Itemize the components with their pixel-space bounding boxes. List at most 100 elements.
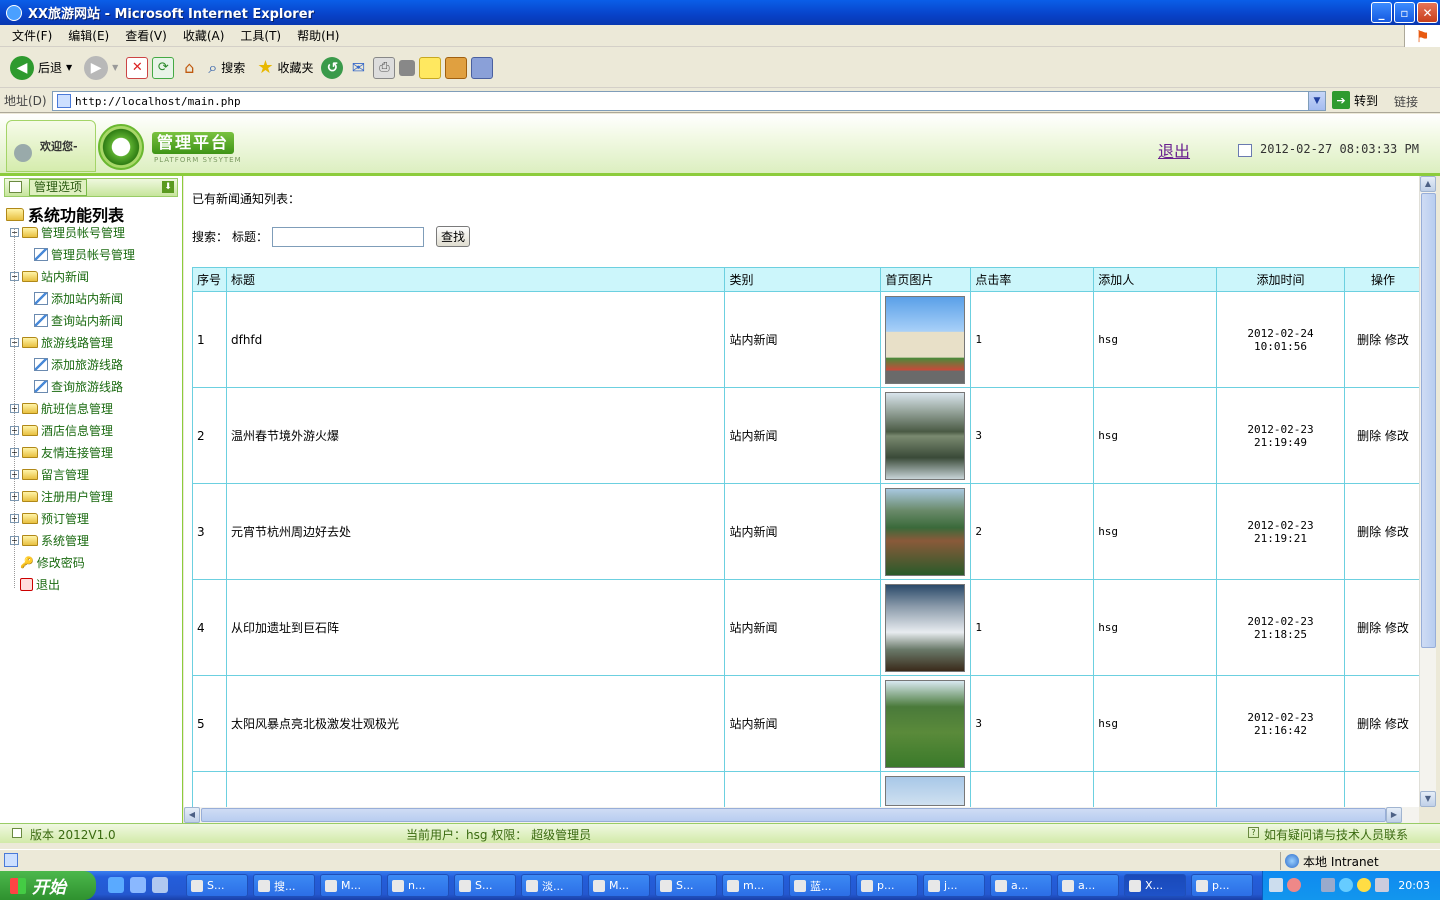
forward-button[interactable]: ▶ ▼ <box>80 54 122 82</box>
taskbar-button[interactable]: X... <box>1124 874 1186 897</box>
title-search-input[interactable] <box>272 226 425 247</box>
news-thumbnail[interactable] <box>885 391 966 480</box>
favorites-button[interactable]: ★ 收藏夹 <box>253 55 317 80</box>
taskbar-button[interactable]: 淡... <box>521 874 583 897</box>
tree-folder-0[interactable]: − 管理员帐号管理 <box>10 224 125 241</box>
horizontal-scrollbar[interactable]: ◀ ▶ <box>184 807 1419 823</box>
collapse-arrow-icon[interactable]: ⬇ <box>162 181 174 193</box>
change-password-link[interactable]: 🔑 修改密码 <box>20 554 85 571</box>
minimize-button[interactable]: _ <box>1371 2 1392 23</box>
menu-favorites[interactable]: 收藏(A) <box>175 27 233 44</box>
tree-leaf-1-0[interactable]: 添加站内新闻 <box>34 290 123 307</box>
ie-quicklaunch-icon[interactable] <box>108 877 124 893</box>
tray-arrow-icon[interactable] <box>1287 878 1301 892</box>
home-icon[interactable]: ⌂ <box>178 57 200 79</box>
edit-link[interactable]: 修改 <box>1385 717 1409 731</box>
tree-folder-4[interactable]: + 酒店信息管理 <box>10 422 113 439</box>
taskbar-button[interactable]: M... <box>320 874 382 897</box>
scroll-down-icon[interactable]: ▼ <box>1420 791 1436 807</box>
taskbar-button[interactable]: S... <box>186 874 248 897</box>
scroll-up-icon[interactable]: ▲ <box>1420 176 1436 192</box>
taskbar-button[interactable]: a... <box>1057 874 1119 897</box>
tree-folder-5[interactable]: + 友情连接管理 <box>10 444 113 461</box>
news-thumbnail[interactable] <box>885 679 966 768</box>
tray-network-icon[interactable] <box>1269 878 1283 892</box>
messenger-icon[interactable] <box>471 56 494 79</box>
edit-link[interactable]: 修改 <box>1385 621 1409 635</box>
delete-link[interactable]: 删除 <box>1357 429 1381 443</box>
refresh-icon[interactable]: ⟳ <box>152 56 175 79</box>
taskbar-button[interactable]: m... <box>722 874 784 897</box>
tree-folder-6[interactable]: + 留言管理 <box>10 466 89 483</box>
taskbar-button[interactable]: 搜... <box>253 874 315 897</box>
tray-volume-icon[interactable] <box>1375 878 1389 892</box>
back-button[interactable]: ◀ 后退 ▼ <box>6 54 76 82</box>
start-button[interactable]: 开始 <box>0 871 96 900</box>
stop-icon[interactable]: ✕ <box>126 56 149 79</box>
taskbar-button[interactable]: n... <box>387 874 449 897</box>
tree-leaf-2-1[interactable]: 查询旅游线路 <box>34 378 123 395</box>
find-button[interactable]: 查找 <box>436 226 471 247</box>
tree-root[interactable]: 系统功能列表 <box>6 202 124 226</box>
tree-folder-2[interactable]: − 旅游线路管理 <box>10 334 113 351</box>
go-button[interactable]: ➔ 转到 <box>1332 91 1378 109</box>
edit-link[interactable]: 修改 <box>1385 333 1409 347</box>
history-icon[interactable]: ↺ <box>321 56 344 79</box>
menu-help[interactable]: 帮助(H) <box>289 27 347 44</box>
taskbar-button[interactable]: a... <box>990 874 1052 897</box>
close-button[interactable]: ✕ <box>1417 2 1438 23</box>
news-thumbnail[interactable] <box>885 295 966 384</box>
delete-link[interactable]: 删除 <box>1357 525 1381 539</box>
links-button[interactable]: 链接 <box>1394 93 1418 110</box>
taskbar-button[interactable]: p... <box>1191 874 1253 897</box>
address-input[interactable]: http://localhost/main.php ▼ <box>52 91 1326 111</box>
delete-link[interactable]: 删除 <box>1357 333 1381 347</box>
search-button[interactable]: ⌕ 搜索 <box>204 56 249 80</box>
desktop-quicklaunch-icon[interactable] <box>130 877 146 893</box>
tree-leaf-2-0[interactable]: 添加旅游线路 <box>34 356 123 373</box>
edit-page-icon[interactable] <box>399 59 416 76</box>
tray-qq-icon[interactable] <box>1339 878 1353 892</box>
tree-leaf-1-1[interactable]: 查询站内新闻 <box>34 312 123 329</box>
menu-tools[interactable]: 工具(T) <box>232 27 289 44</box>
news-thumbnail[interactable] <box>885 583 966 672</box>
edit-link[interactable]: 修改 <box>1385 525 1409 539</box>
scroll-left-icon[interactable]: ◀ <box>184 807 200 823</box>
tray-update-icon[interactable] <box>1357 878 1371 892</box>
logout-link[interactable]: 退出 <box>1158 138 1190 162</box>
delete-link[interactable]: 删除 <box>1357 717 1381 731</box>
menu-file[interactable]: 文件(F) <box>4 27 60 44</box>
address-dropdown-icon[interactable]: ▼ <box>1308 92 1325 110</box>
taskbar-button[interactable]: 蓝... <box>789 874 851 897</box>
taskbar-button[interactable]: M... <box>588 874 650 897</box>
taskbar-button[interactable]: S... <box>655 874 717 897</box>
delete-link[interactable]: 删除 <box>1357 621 1381 635</box>
notes-icon[interactable] <box>419 56 442 79</box>
horizontal-scroll-thumb[interactable] <box>201 808 1386 822</box>
media-quicklaunch-icon[interactable] <box>152 877 168 893</box>
tree-folder-3[interactable]: + 航班信息管理 <box>10 400 113 417</box>
scroll-right-icon[interactable]: ▶ <box>1386 807 1402 823</box>
print-icon[interactable]: ⎙ <box>373 56 396 79</box>
taskbar-button[interactable]: j... <box>923 874 985 897</box>
exit-link[interactable]: 退出 <box>20 576 60 593</box>
news-thumbnail[interactable] <box>885 487 966 576</box>
tree-folder-1[interactable]: − 站内新闻 <box>10 268 89 285</box>
tree-leaf-0-0[interactable]: 管理员帐号管理 <box>34 246 135 263</box>
maximize-button[interactable]: ▫ <box>1394 2 1415 23</box>
tree-folder-7[interactable]: + 注册用户管理 <box>10 488 113 505</box>
tray-app-icon[interactable] <box>1321 878 1335 892</box>
taskbar-button[interactable]: S... <box>454 874 516 897</box>
tree-folder-9[interactable]: + 系统管理 <box>10 532 89 549</box>
menu-view[interactable]: 查看(V) <box>117 27 175 44</box>
research-icon[interactable] <box>445 56 468 79</box>
vertical-scrollbar[interactable]: ▲ ▼ <box>1419 176 1436 807</box>
tree-folder-8[interactable]: + 预订管理 <box>10 510 89 527</box>
edit-link[interactable]: 修改 <box>1385 429 1409 443</box>
taskbar-button[interactable]: p... <box>856 874 918 897</box>
vertical-scroll-thumb[interactable] <box>1421 193 1436 648</box>
window-title-bar[interactable]: XX旅游网站 - Microsoft Internet Explorer _ ▫… <box>0 0 1440 25</box>
mail-icon[interactable]: ✉ <box>347 57 369 79</box>
news-thumbnail[interactable] <box>885 776 966 806</box>
menu-edit[interactable]: 编辑(E) <box>60 27 117 44</box>
